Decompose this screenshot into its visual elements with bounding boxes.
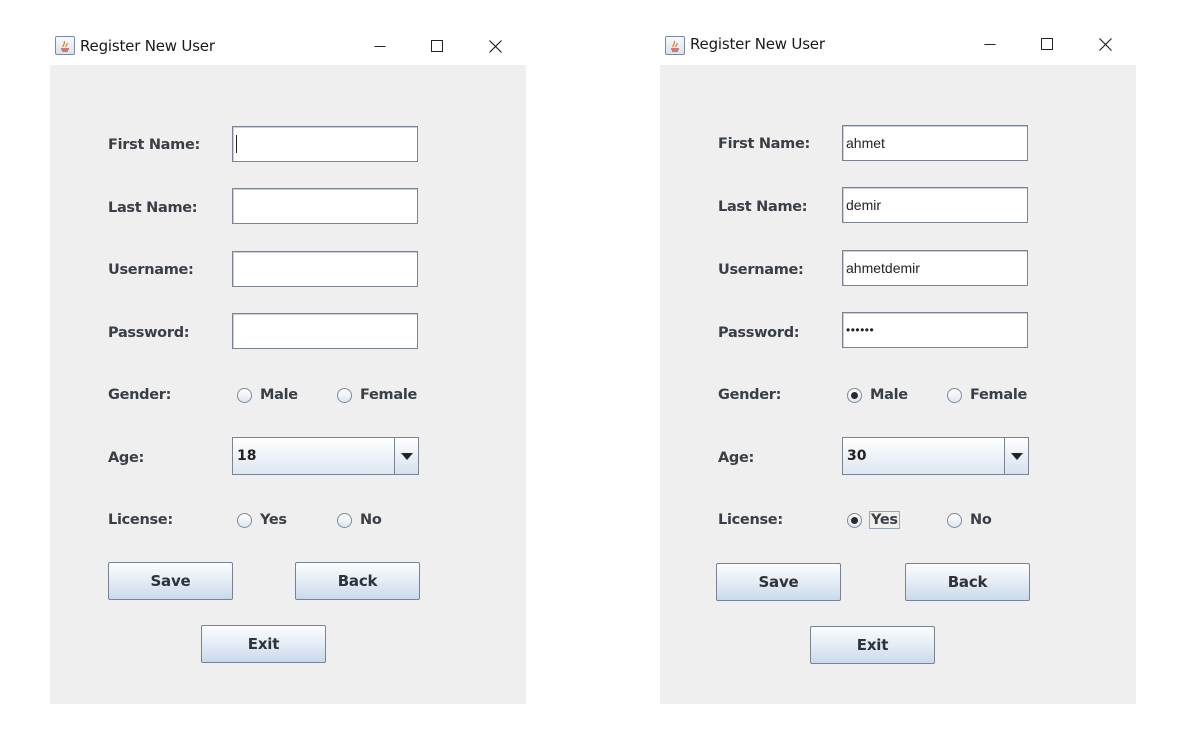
- close-icon[interactable]: [472, 27, 518, 65]
- back-button-label: Back: [947, 573, 988, 591]
- age-selected-value: 18: [237, 448, 257, 464]
- window-title: Register New User: [80, 37, 215, 55]
- radio-selected-icon: [847, 387, 862, 403]
- exit-button[interactable]: Exit: [810, 626, 935, 664]
- gender-label: Gender:: [108, 387, 172, 403]
- gender-female-label: Female: [970, 387, 1028, 403]
- password-label: Password:: [718, 325, 800, 341]
- register-window-empty: Register New User First Name: Last Name:…: [50, 27, 526, 704]
- java-app-icon: [55, 36, 75, 55]
- age-combobox[interactable]: 30: [842, 437, 1029, 475]
- gender-label: Gender:: [718, 387, 782, 403]
- close-icon[interactable]: [1082, 25, 1128, 63]
- window-title: Register New User: [690, 35, 825, 53]
- gender-female-label: Female: [360, 387, 418, 403]
- first-name-field[interactable]: [232, 126, 418, 162]
- radio-circle-icon: [947, 387, 962, 403]
- radio-selected-icon: [847, 512, 862, 528]
- license-label: License:: [718, 512, 783, 528]
- license-no-label: No: [360, 512, 382, 528]
- gender-male-label: Male: [260, 387, 298, 403]
- title-bar[interactable]: Register New User: [50, 27, 526, 65]
- radio-circle-icon: [237, 512, 252, 528]
- license-yes-radio[interactable]: Yes: [847, 511, 900, 529]
- gender-male-label: Male: [870, 387, 908, 403]
- last-name-field[interactable]: demir: [842, 187, 1028, 223]
- first-name-field[interactable]: ahmet: [842, 125, 1028, 161]
- title-bar[interactable]: Register New User: [660, 27, 1136, 65]
- license-no-radio[interactable]: No: [947, 511, 993, 529]
- age-label: Age:: [108, 450, 145, 466]
- license-no-radio[interactable]: No: [337, 511, 383, 529]
- license-label: License:: [108, 512, 173, 528]
- text-caret: [236, 135, 237, 153]
- last-name-label: Last Name:: [718, 199, 808, 215]
- password-field[interactable]: ••••••: [842, 312, 1028, 348]
- radio-circle-icon: [337, 387, 352, 403]
- gender-male-radio[interactable]: Male: [847, 386, 909, 404]
- password-field[interactable]: [232, 313, 418, 349]
- maximize-icon[interactable]: [1024, 25, 1070, 63]
- back-button-label: Back: [337, 572, 378, 590]
- register-window-filled: Register New User First Name: ahmet Last…: [660, 27, 1136, 704]
- java-app-icon: [665, 36, 685, 55]
- minimize-icon[interactable]: [357, 27, 403, 65]
- password-label: Password:: [108, 325, 190, 341]
- save-button-label: Save: [150, 572, 191, 590]
- username-field[interactable]: ahmetdemir: [842, 250, 1028, 286]
- first-name-label: First Name:: [108, 137, 200, 153]
- password-value: ••••••: [846, 323, 875, 337]
- exit-button[interactable]: Exit: [201, 625, 326, 663]
- back-button[interactable]: Back: [295, 562, 420, 600]
- license-no-label: No: [970, 512, 992, 528]
- last-name-label: Last Name:: [108, 200, 198, 216]
- back-button[interactable]: Back: [905, 563, 1030, 601]
- save-button[interactable]: Save: [108, 562, 233, 600]
- username-value: ahmetdemir: [846, 260, 920, 276]
- license-yes-radio[interactable]: Yes: [237, 511, 288, 529]
- username-label: Username:: [108, 262, 194, 278]
- first-name-value: ahmet: [846, 135, 885, 151]
- license-yes-label: Yes: [869, 511, 900, 529]
- gender-female-radio[interactable]: Female: [947, 386, 1028, 404]
- radio-circle-icon: [947, 512, 962, 528]
- maximize-icon[interactable]: [414, 27, 460, 65]
- gender-female-radio[interactable]: Female: [337, 386, 418, 404]
- username-field[interactable]: [232, 251, 418, 287]
- save-button-label: Save: [758, 573, 799, 591]
- save-button[interactable]: Save: [716, 563, 841, 601]
- minimize-icon[interactable]: [967, 25, 1013, 63]
- age-label: Age:: [718, 450, 755, 466]
- exit-button-label: Exit: [856, 636, 889, 654]
- username-label: Username:: [718, 262, 804, 278]
- age-combobox[interactable]: 18: [232, 437, 419, 475]
- exit-button-label: Exit: [247, 635, 280, 653]
- age-selected-value: 30: [847, 448, 867, 464]
- first-name-label: First Name:: [718, 136, 810, 152]
- last-name-value: demir: [846, 197, 882, 213]
- radio-circle-icon: [237, 387, 252, 403]
- chevron-down-icon[interactable]: [394, 438, 418, 474]
- license-yes-label: Yes: [260, 512, 287, 528]
- radio-circle-icon: [337, 512, 352, 528]
- gender-male-radio[interactable]: Male: [237, 386, 299, 404]
- last-name-field[interactable]: [232, 188, 418, 224]
- chevron-down-icon[interactable]: [1004, 438, 1028, 474]
